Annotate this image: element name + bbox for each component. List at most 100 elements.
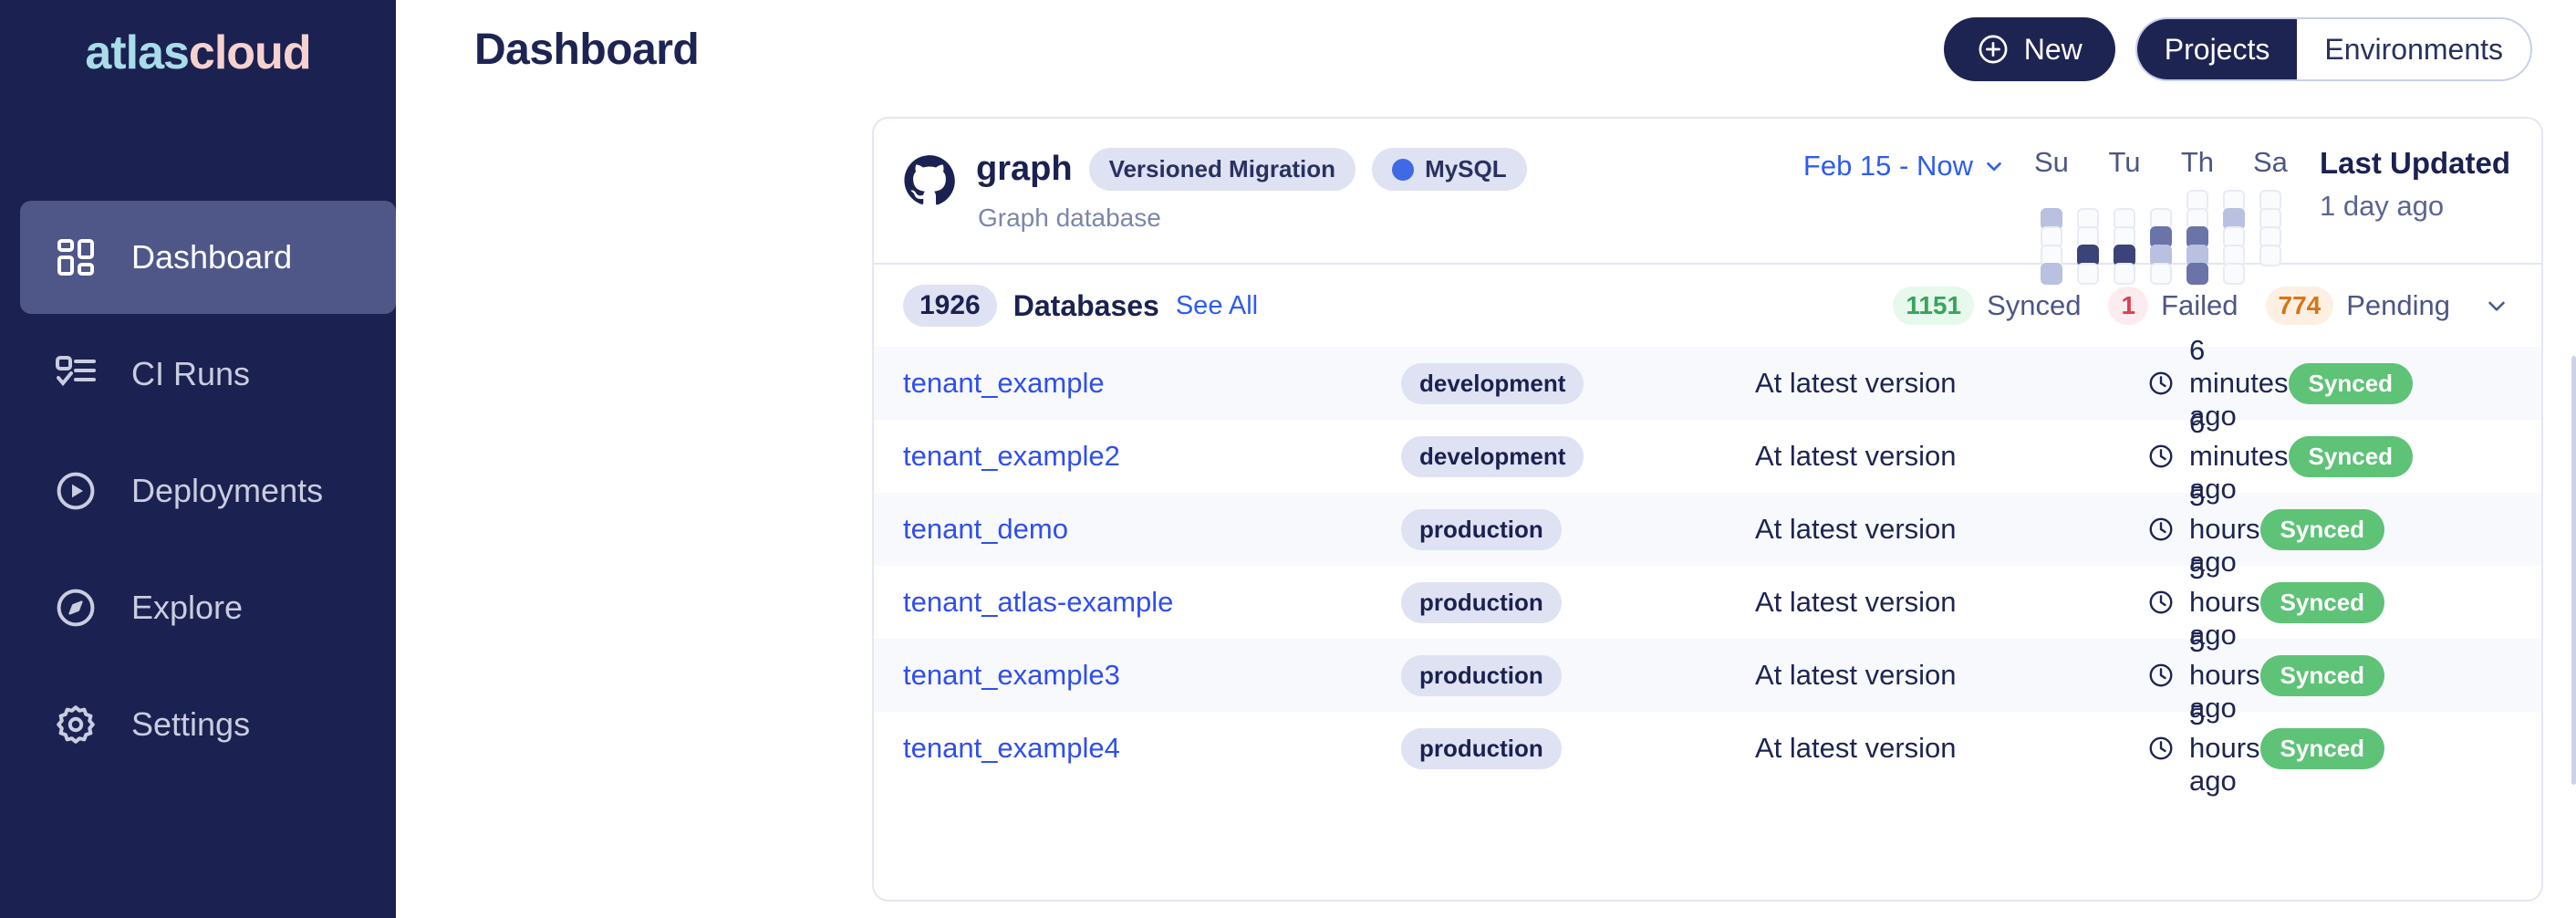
databases-count: 1926 xyxy=(903,285,997,327)
version-cell: At latest version xyxy=(1755,367,2147,400)
stat-failed-label: Failed xyxy=(2161,289,2238,322)
environment-cell: production xyxy=(1401,728,1755,769)
time-cell: 5 hours ago xyxy=(2147,699,2260,798)
driver-chip: MySQL xyxy=(1372,148,1527,191)
environment-chip: production xyxy=(1401,655,1562,696)
heatmap-cell[interactable] xyxy=(2114,263,2135,285)
sidebar-item-label: Settings xyxy=(131,705,250,744)
environment-cell: production xyxy=(1401,509,1755,550)
table-row[interactable]: tenant_exampledevelopment At latest versi… xyxy=(874,347,2541,420)
tab-projects[interactable]: Projects xyxy=(2137,19,2298,79)
clock-icon xyxy=(2147,443,2175,470)
play-circle-icon xyxy=(51,466,100,516)
database-name-link[interactable]: tenant_example xyxy=(903,367,1401,400)
version-cell: At latest version xyxy=(1755,440,2147,473)
table-row[interactable]: tenant_atlas-exampleproductionAt latest … xyxy=(874,566,2541,639)
checklist-icon xyxy=(51,349,100,399)
stat-pending[interactable]: 774 Pending xyxy=(2266,287,2451,325)
stat-synced[interactable]: 1151 Synced xyxy=(1893,287,2081,325)
table-row[interactable]: tenant_example2developmentAt latest vers… xyxy=(874,420,2541,493)
environment-cell: development xyxy=(1401,363,1755,404)
new-button[interactable]: New xyxy=(1944,17,2115,81)
last-updated-value: 1 day ago xyxy=(2320,190,2510,223)
table-row[interactable]: tenant_example3production At latest versi… xyxy=(874,639,2541,712)
databases-title: Databases xyxy=(1013,289,1159,323)
page-title: Dashboard xyxy=(474,25,699,75)
sidebar-item-settings[interactable]: Settings xyxy=(0,668,396,781)
last-updated-label: Last Updated xyxy=(2320,146,2510,181)
sidebar-item-explore[interactable]: Explore xyxy=(0,551,396,664)
stat-pending-count: 774 xyxy=(2266,287,2334,325)
status-badge: Synced xyxy=(2289,436,2414,477)
brand-part-two: cloud xyxy=(189,26,311,80)
mysql-dot-icon xyxy=(1392,159,1414,181)
status-cell: Synced xyxy=(2260,582,2543,623)
status-cell: Synced xyxy=(2260,728,2543,769)
table-row[interactable]: tenant_demoproductionAt latest version5 … xyxy=(874,493,2541,566)
see-all-link[interactable]: See All xyxy=(1176,291,1258,321)
heatmap-cell[interactable] xyxy=(2223,263,2245,285)
environment-cell: production xyxy=(1401,582,1755,623)
version-cell: At latest version xyxy=(1755,732,2147,765)
heatmap-grid xyxy=(2033,190,2289,281)
environment-chip: development xyxy=(1401,363,1584,404)
table-row[interactable]: tenant_example4productionAt latest versi… xyxy=(874,712,2541,785)
new-button-label: New xyxy=(2024,33,2083,67)
sidebar-item-label: CI Runs xyxy=(131,355,250,393)
environment-cell: development xyxy=(1401,436,1755,477)
main-content: Dashboard New Projects Environments xyxy=(396,0,2576,918)
status-cell: Synced xyxy=(2260,655,2543,696)
environment-cell: production xyxy=(1401,655,1755,696)
heatmap-cell[interactable] xyxy=(2077,263,2099,285)
date-range-selector[interactable]: Feb 15 - Now xyxy=(1803,150,2006,183)
database-name-link[interactable]: tenant_example2 xyxy=(903,440,1401,473)
stat-failed[interactable]: 1 Failed xyxy=(2108,287,2238,325)
status-cell: Synced xyxy=(2289,436,2543,477)
status-badge: Synced xyxy=(2260,655,2385,696)
brand-logo[interactable]: atlascloud xyxy=(0,0,396,99)
heatmap-day-label: Th xyxy=(2179,146,2216,179)
sidebar-item-ci-runs[interactable]: CI Runs xyxy=(0,318,396,431)
heatmap-day-label: Sa xyxy=(2252,146,2289,179)
heatmap-day-label: Su xyxy=(2033,146,2070,179)
gear-icon xyxy=(51,700,100,749)
heatmap-day-labels: Su Tu Th Sa xyxy=(2033,146,2289,179)
status-badge: Synced xyxy=(2260,509,2385,550)
sidebar-item-dashboard[interactable]: Dashboard xyxy=(20,201,396,314)
status-cell: Synced xyxy=(2289,363,2543,404)
clock-icon xyxy=(2147,589,2175,616)
database-name-link[interactable]: tenant_example3 xyxy=(903,659,1401,692)
project-info: graph Versioned Migration MySQL Graph da… xyxy=(976,148,1527,233)
heatmap-day-label xyxy=(2070,146,2106,179)
github-icon xyxy=(903,153,956,206)
table-scrollbar[interactable] xyxy=(2571,356,2576,785)
database-name-link[interactable]: tenant_atlas-example xyxy=(903,586,1401,619)
expand-chevron-icon[interactable] xyxy=(2483,292,2510,319)
stat-failed-count: 1 xyxy=(2108,287,2148,325)
project-subtitle: Graph database xyxy=(978,203,1527,233)
database-name-link[interactable]: tenant_demo xyxy=(903,513,1401,546)
status-badge: Synced xyxy=(2260,582,2385,623)
project-card-header: graph Versioned Migration MySQL Graph da… xyxy=(874,119,2541,263)
heatmap-day-label xyxy=(2143,146,2179,179)
stat-pending-label: Pending xyxy=(2346,289,2450,322)
clock-icon xyxy=(2147,516,2175,543)
database-name-link[interactable]: tenant_example4 xyxy=(903,732,1401,765)
stat-synced-count: 1151 xyxy=(1893,287,1974,325)
sidebar-item-deployments[interactable]: Deployments xyxy=(0,434,396,548)
tab-environments[interactable]: Environments xyxy=(2297,19,2530,79)
app-root: atlascloud Dashboard xyxy=(0,0,2576,918)
heatmap-day-label: Tu xyxy=(2106,146,2143,179)
version-cell: At latest version xyxy=(1755,659,2147,692)
compass-icon xyxy=(51,583,100,632)
top-bar: Dashboard New Projects Environments xyxy=(396,0,2576,99)
environment-chip: production xyxy=(1401,582,1562,623)
brand-part-one: atlas xyxy=(85,26,189,80)
heatmap-cell[interactable] xyxy=(2186,263,2208,285)
chevron-down-icon xyxy=(1982,154,2006,178)
grid-icon xyxy=(51,233,100,282)
sidebar-item-label: Deployments xyxy=(131,472,323,510)
heatmap-cell[interactable] xyxy=(2150,263,2172,285)
heatmap-cell[interactable] xyxy=(2041,263,2062,285)
activity-heatmap: Su Tu Th Sa xyxy=(2033,146,2289,281)
